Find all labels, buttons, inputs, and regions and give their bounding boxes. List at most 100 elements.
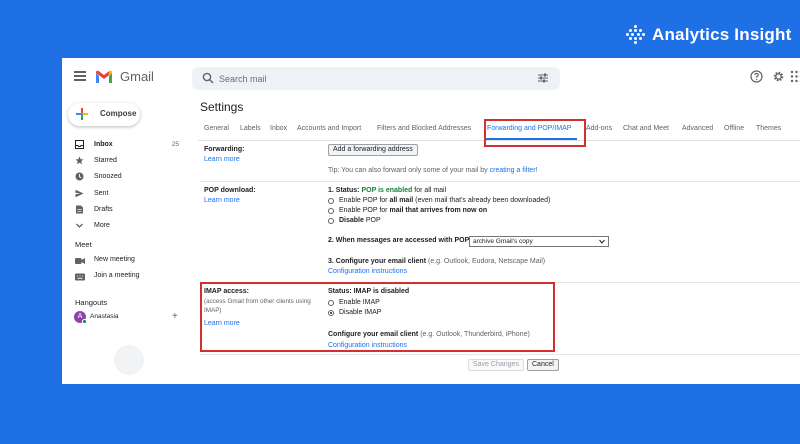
imap-access-sublabel: (access Gmail from other clients using I… xyxy=(204,298,311,314)
tab-chat-and-meet[interactable]: Chat and Meet xyxy=(623,125,669,132)
help-icon[interactable] xyxy=(750,70,763,83)
send-icon xyxy=(75,189,84,197)
inbox-count: 25 xyxy=(171,140,179,148)
pop-learn-more-link[interactable]: Learn more xyxy=(204,197,240,204)
sidebar-nav: Inbox 25 Starred Snoozed Sent Drafts Mor… xyxy=(62,136,182,234)
pop-action-select[interactable]: archive Gmail's copy xyxy=(469,236,609,247)
imap-learn-more-link[interactable]: Learn more xyxy=(204,320,240,327)
pop-configure-label: 3. Configure your email client (e.g. Out… xyxy=(328,258,546,265)
page-title: Settings xyxy=(200,100,244,114)
brand-dots-icon xyxy=(626,25,646,45)
join-meeting-button[interactable]: Join a meeting xyxy=(62,270,182,284)
pop-all-mail-radio[interactable] xyxy=(328,198,334,204)
gmail-wordmark: Gmail xyxy=(120,69,154,84)
row-divider xyxy=(200,282,800,283)
top-bar: Gmail xyxy=(62,58,800,98)
sidebar-item-sent[interactable]: Sent xyxy=(62,185,182,201)
menu-icon[interactable] xyxy=(74,71,86,81)
row-divider xyxy=(200,181,800,182)
imap-status: Status: IMAP is disabled xyxy=(328,288,410,295)
new-meeting-button[interactable]: New meeting xyxy=(62,254,182,268)
cancel-button[interactable]: Cancel xyxy=(527,359,559,371)
tab-advanced[interactable]: Advanced xyxy=(682,125,713,132)
tab-inbox[interactable]: Inbox xyxy=(270,125,287,132)
pop-download-label: POP download: xyxy=(204,187,256,194)
gmail-logo-icon xyxy=(96,70,112,83)
sidebar-item-starred[interactable]: Starred xyxy=(62,152,182,168)
tab-highlight-box xyxy=(484,119,586,147)
pop-from-now-radio[interactable] xyxy=(328,208,334,214)
pop-access-label: 2. When messages are accessed with POP xyxy=(328,237,470,244)
star-icon xyxy=(75,156,84,165)
sidebar-item-label: Drafts xyxy=(94,205,113,213)
forwarding-learn-more-link[interactable]: Learn more xyxy=(204,156,240,163)
disable-imap-radio[interactable] xyxy=(328,310,334,316)
sidebar-item-more[interactable]: More xyxy=(62,217,182,233)
imap-access-label: IMAP access: xyxy=(204,288,250,295)
video-camera-icon xyxy=(75,258,85,264)
tab-labels[interactable]: Labels xyxy=(240,125,261,132)
tabs-divider xyxy=(198,140,800,141)
forwarding-label: Forwarding: xyxy=(204,146,245,153)
hangouts-section-title: Hangouts xyxy=(75,298,108,307)
pop-status-suffix: for all mail xyxy=(414,187,447,194)
tab-offline[interactable]: Offline xyxy=(724,125,744,132)
pop-disable-radio[interactable] xyxy=(328,218,334,224)
imap-configuration-instructions-link[interactable]: Configuration instructions xyxy=(328,342,407,349)
sidebar-item-snoozed[interactable]: Snoozed xyxy=(62,169,182,185)
create-filter-link[interactable]: creating a filter! xyxy=(490,167,538,174)
search-bar[interactable] xyxy=(192,67,560,90)
analytics-insight-logo: Analytics Insight xyxy=(626,22,791,48)
tab-general[interactable]: General xyxy=(204,125,229,132)
sidebar-item-inbox[interactable]: Inbox 25 xyxy=(62,136,182,152)
keyboard-icon xyxy=(75,273,85,281)
hangouts-user-name[interactable]: Anastasia xyxy=(90,313,119,320)
new-meeting-label: New meeting xyxy=(94,256,135,263)
sidebar-item-label: Sent xyxy=(94,189,109,197)
sidebar-item-drafts[interactable]: Drafts xyxy=(62,201,182,217)
enable-imap-radio[interactable] xyxy=(328,300,334,306)
tab-filters-and-blocked-addresses[interactable]: Filters and Blocked Addresses xyxy=(377,125,471,132)
pop-status-value: POP is enabled xyxy=(361,187,413,194)
meet-section-title: Meet xyxy=(75,240,92,249)
gmail-window: Gmail Search mail Compose Inbox 25 Starr… xyxy=(62,58,800,384)
pop-disable-label[interactable]: Disable POP xyxy=(339,217,381,224)
forwarding-tip-text: Tip: You can also forward only some of y… xyxy=(328,167,488,174)
tab-themes[interactable]: Themes xyxy=(756,125,781,132)
disable-imap-label[interactable]: Disable IMAP xyxy=(339,309,381,316)
sidebar-item-label: More xyxy=(94,222,110,230)
tab-accounts-and-import[interactable]: Accounts and Import xyxy=(297,125,361,132)
brand-name: Analytics Insight xyxy=(652,25,792,44)
tab-add-ons[interactable]: Add-ons xyxy=(586,125,612,132)
sidebar-item-label: Starred xyxy=(94,156,117,164)
row-divider xyxy=(200,354,800,355)
hangouts-bubble-icon xyxy=(114,345,144,375)
clock-icon xyxy=(75,172,84,181)
chevron-down-icon xyxy=(599,239,605,244)
pop-configuration-instructions-link[interactable]: Configuration instructions xyxy=(328,268,407,275)
apps-grid-icon[interactable] xyxy=(790,70,800,83)
pop-status: 1. Status: POP is enabled for all mail xyxy=(328,187,446,194)
inbox-icon xyxy=(75,139,84,149)
chevron-down-icon xyxy=(76,223,83,229)
search-icon[interactable] xyxy=(202,72,214,84)
online-status-dot xyxy=(82,319,87,324)
sidebar-item-label: Snoozed xyxy=(94,173,122,181)
search-options-icon[interactable] xyxy=(537,72,549,84)
search-input[interactable] xyxy=(219,70,519,87)
pop-from-now-label[interactable]: Enable POP for mail that arrives from no… xyxy=(339,207,487,214)
save-changes-button[interactable]: Save Changes xyxy=(468,359,524,371)
join-meeting-label: Join a meeting xyxy=(94,272,140,279)
draft-icon xyxy=(76,205,83,214)
add-hangout-icon[interactable]: + xyxy=(172,312,178,322)
compose-plus-icon xyxy=(76,108,88,120)
compose-button[interactable]: Compose xyxy=(68,103,140,126)
tab-forwarding-and-pop-imap[interactable]: Forwarding and POP/IMAP xyxy=(487,125,571,132)
gear-icon[interactable] xyxy=(772,70,785,83)
forwarding-tip: Tip: You can also forward only some of y… xyxy=(328,167,537,174)
compose-label: Compose xyxy=(100,109,137,118)
pop-all-mail-label[interactable]: Enable POP for all mail (even mail that'… xyxy=(339,197,550,204)
pop-action-value: archive Gmail's copy xyxy=(473,238,533,245)
add-forwarding-address-button[interactable]: Add a forwarding address xyxy=(328,144,418,156)
enable-imap-label[interactable]: Enable IMAP xyxy=(339,299,380,306)
